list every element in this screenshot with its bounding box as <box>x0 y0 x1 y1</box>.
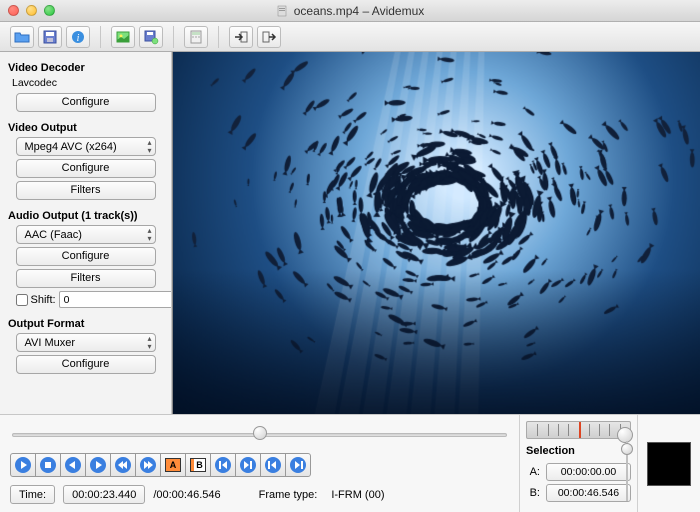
window-title-text: oceans.mp4 – Avidemux <box>294 4 425 18</box>
time-label: Time: <box>10 485 55 504</box>
output-format-value: AVI Muxer <box>25 337 76 349</box>
video-output-title: Video Output <box>8 122 163 134</box>
video-output-select[interactable]: Mpeg4 AVC (x264) ▴▾ <box>16 137 156 156</box>
window-title: oceans.mp4 – Avidemux <box>0 4 700 18</box>
video-output-configure-button[interactable]: Configure <box>16 159 156 178</box>
document-icon <box>276 5 288 17</box>
stop-button[interactable] <box>35 453 61 477</box>
mark-a-button[interactable]: A <box>160 453 186 477</box>
selection-b-value[interactable]: 00:00:46.546 <box>546 484 631 502</box>
shift-label: Shift: <box>31 294 56 306</box>
minimize-window-icon[interactable] <box>26 5 37 16</box>
selection-title: Selection <box>526 445 631 457</box>
bottom-bar: A B Time: 00:00:23.440 /00:00:46.546 Fra… <box>0 414 700 512</box>
picture-save-button[interactable] <box>139 26 163 48</box>
prev-keyframe-button[interactable] <box>260 453 286 477</box>
video-decoder-codec: Lavcodec <box>12 77 163 89</box>
toolbar: i <box>0 22 700 52</box>
audio-output-configure-button[interactable]: Configure <box>16 247 156 266</box>
video-preview <box>172 52 700 414</box>
audio-output-select[interactable]: AAC (Faac) ▴▾ <box>16 225 156 244</box>
svg-text:i: i <box>77 33 80 44</box>
vertical-knob[interactable] <box>621 441 633 501</box>
selection-a-value[interactable]: 00:00:00.00 <box>546 463 631 481</box>
open-button[interactable] <box>10 26 34 48</box>
time-current[interactable]: 00:00:23.440 <box>63 485 145 504</box>
mark-b-button[interactable]: B <box>185 453 211 477</box>
output-format-title: Output Format <box>8 318 163 330</box>
export-button[interactable] <box>257 26 281 48</box>
zoom-window-icon[interactable] <box>44 5 55 16</box>
chevron-updown-icon: ▴▾ <box>147 335 151 351</box>
timeline-thumb[interactable] <box>253 426 267 440</box>
video-output-value: Mpeg4 AVC (x264) <box>25 141 117 153</box>
chevron-updown-icon: ▴▾ <box>147 227 151 243</box>
output-format-configure-button[interactable]: Configure <box>16 355 156 374</box>
preview-thumbnail <box>647 442 691 486</box>
audio-output-title: Audio Output (1 track(s)) <box>8 210 163 222</box>
step-forward-button[interactable] <box>135 453 161 477</box>
sidebar: Video Decoder Lavcodec Configure Video O… <box>0 52 172 414</box>
calculator-button[interactable] <box>184 26 208 48</box>
playback-controls: A B <box>10 453 509 477</box>
next-cut-button[interactable] <box>235 453 261 477</box>
back-button[interactable] <box>60 453 86 477</box>
time-total: /00:00:46.546 <box>153 489 220 501</box>
output-format-select[interactable]: AVI Muxer ▴▾ <box>16 333 156 352</box>
chevron-updown-icon: ▴▾ <box>147 139 151 155</box>
audio-shift-row: Shift: ▴▾ ms <box>16 291 156 308</box>
video-output-filters-button[interactable]: Filters <box>16 181 156 200</box>
picture-button[interactable] <box>111 26 135 48</box>
import-button[interactable] <box>229 26 253 48</box>
window-controls <box>8 5 55 16</box>
zoom-ruler[interactable] <box>526 421 631 439</box>
shift-checkbox[interactable] <box>16 294 28 306</box>
next-keyframe-button[interactable] <box>285 453 311 477</box>
audio-output-value: AAC (Faac) <box>25 229 82 241</box>
decoder-configure-button[interactable]: Configure <box>16 93 156 112</box>
selection-a-label: A: <box>526 466 540 478</box>
step-back-button[interactable] <box>110 453 136 477</box>
info-button[interactable]: i <box>66 26 90 48</box>
video-decoder-title: Video Decoder <box>8 62 163 74</box>
frametype-label: Frame type: <box>259 489 318 501</box>
shift-input[interactable] <box>59 291 172 308</box>
timeline-slider[interactable] <box>12 425 507 443</box>
play-button[interactable] <box>10 453 36 477</box>
time-row: Time: 00:00:23.440 /00:00:46.546 Frame t… <box>10 485 509 504</box>
prev-cut-button[interactable] <box>210 453 236 477</box>
forward-button[interactable] <box>85 453 111 477</box>
close-window-icon[interactable] <box>8 5 19 16</box>
audio-output-filters-button[interactable]: Filters <box>16 269 156 288</box>
frametype-value: I-FRM (00) <box>331 489 384 501</box>
save-button[interactable] <box>38 26 62 48</box>
selection-b-label: B: <box>526 487 540 499</box>
titlebar: oceans.mp4 – Avidemux <box>0 0 700 22</box>
